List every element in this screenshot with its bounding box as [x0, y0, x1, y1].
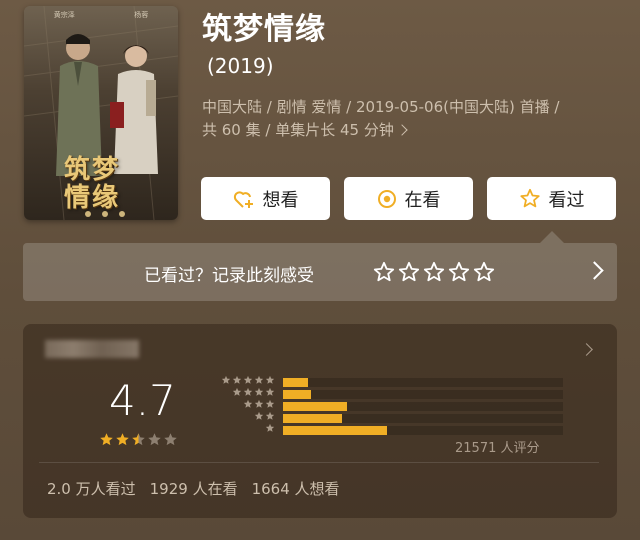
rate-prompt-text: 已看过？记录此刻感受 — [144, 266, 314, 286]
distribution-bar — [283, 390, 311, 399]
small-star-icon — [221, 375, 231, 384]
distribution-stars — [254, 411, 275, 421]
distribution-bar — [283, 426, 387, 435]
popover-pointer — [540, 231, 564, 243]
small-star-icon — [265, 387, 275, 396]
rating-source-label-blurred — [45, 340, 139, 358]
distribution-row — [197, 423, 563, 435]
meta-info[interactable]: 中国大陆 / 剧情 爱情 / 2019-05-06(中国大陆) 首播 / 共 6… — [202, 96, 622, 142]
audience-stats: 2.0 万人看过 1929 人在看 1664 人想看 — [47, 478, 340, 499]
small-star-icon — [232, 387, 242, 396]
rating-card: 4.7 21571 人评分 2.0 万人看过 1929 人在看 1664 人想看 — [23, 324, 617, 518]
small-star-icon — [232, 375, 242, 384]
poster-figure-woman — [110, 45, 158, 174]
watched-label: 看过 — [548, 189, 585, 211]
page-title: 筑梦情缘 — [202, 12, 326, 47]
small-star-icon — [265, 423, 275, 432]
distribution-track — [283, 378, 563, 387]
distribution-track — [283, 390, 563, 399]
distribution-row — [197, 399, 563, 411]
star-outline-icon — [519, 188, 541, 209]
star-outline-icon[interactable] — [423, 261, 445, 283]
poster-image[interactable]: 黄宗泽 杨蓉 筑梦 情缘 — [24, 6, 178, 220]
chevron-right-icon — [396, 124, 408, 136]
small-star-icon — [243, 399, 253, 408]
distribution-row — [197, 375, 563, 387]
distribution-stars — [265, 423, 275, 433]
watching-count[interactable]: 1929 人在看 — [150, 478, 238, 499]
poster-title-calligraphy: 筑梦 情缘 — [64, 155, 121, 213]
distribution-row — [197, 387, 563, 399]
score-star-icon — [148, 433, 161, 446]
small-star-icon — [265, 375, 275, 384]
release-year: (2019) — [207, 54, 274, 78]
want-to-watch-button[interactable]: 想看 — [201, 177, 330, 220]
star-outline-icon[interactable] — [473, 261, 495, 283]
watching-button[interactable]: 在看 — [344, 177, 473, 220]
small-star-icon — [265, 411, 275, 420]
small-star-icon — [254, 375, 264, 384]
average-score: 4.7 — [109, 376, 176, 425]
poster-logos — [80, 211, 130, 217]
star-outline-icon[interactable] — [448, 261, 470, 283]
poster-credit: 杨蓉 — [134, 11, 149, 19]
want-label: 想看 — [262, 189, 299, 211]
distribution-bar — [283, 378, 309, 387]
score-stars — [99, 432, 178, 447]
small-star-icon — [254, 399, 264, 408]
chevron-right-icon[interactable] — [580, 343, 593, 356]
small-star-icon — [254, 411, 264, 420]
want-count[interactable]: 1664 人想看 — [252, 478, 340, 499]
small-star-icon — [243, 375, 253, 384]
heart-plus-icon — [233, 189, 255, 209]
rating-count: 21571 人评分 — [455, 441, 540, 456]
watched-button[interactable]: 看过 — [487, 177, 616, 220]
distribution-stars — [232, 387, 275, 397]
divider — [39, 462, 599, 463]
distribution-bar — [283, 414, 342, 423]
distribution-stars — [243, 399, 275, 409]
poster-figure-man — [56, 34, 102, 176]
poster-credit: 黄宗泽 — [53, 11, 75, 19]
star-outline-icon[interactable] — [398, 261, 420, 283]
watching-label: 在看 — [404, 189, 441, 211]
watched-count[interactable]: 2.0 万人看过 — [47, 478, 136, 499]
small-star-icon — [265, 399, 275, 408]
star-outline-icon[interactable] — [373, 261, 395, 283]
small-star-icon — [243, 387, 253, 396]
meta-line: 共 60 集 / 单集片长 45 分钟 — [202, 121, 394, 139]
distribution-row — [197, 411, 563, 423]
score-star-icon — [116, 433, 129, 446]
rate-prompt-bar[interactable]: 已看过？记录此刻感受 — [23, 243, 617, 301]
score-star-icon — [100, 433, 113, 446]
target-icon — [377, 189, 397, 209]
distribution-bar — [283, 402, 348, 411]
score-star-icon — [132, 433, 145, 446]
chevron-right-icon[interactable] — [585, 261, 604, 280]
meta-line: 中国大陆 / 剧情 爱情 / 2019-05-06(中国大陆) 首播 / — [202, 98, 560, 116]
score-star-icon — [164, 433, 177, 446]
distribution-stars — [221, 375, 275, 385]
rating-input-stars[interactable] — [373, 261, 495, 283]
small-star-icon — [254, 387, 264, 396]
